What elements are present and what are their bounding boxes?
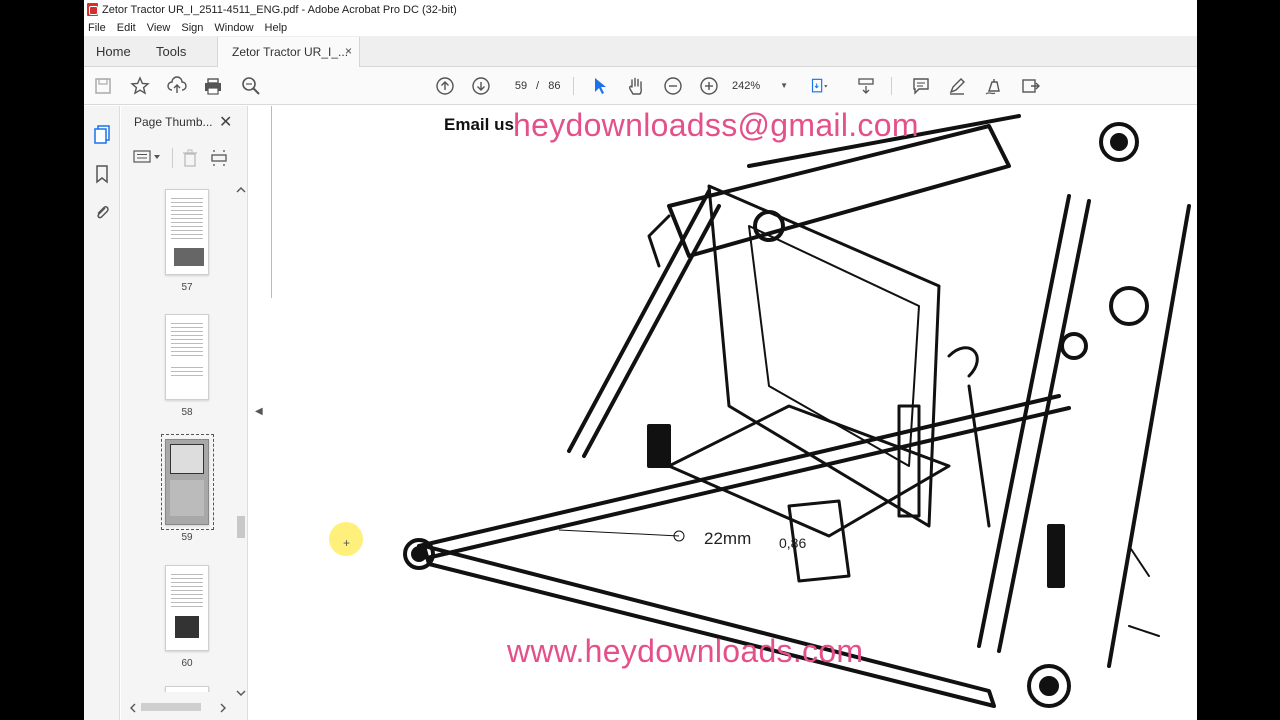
bookmark-icon[interactable]: [93, 164, 111, 184]
sign-pen-icon[interactable]: [984, 76, 1004, 96]
menu-edit[interactable]: Edit: [117, 22, 136, 34]
save-icon[interactable]: [93, 76, 113, 96]
window-title: Zetor Tractor UR_I_2511-4511_ENG.pdf - A…: [102, 3, 457, 16]
thumbnail-horizontal-scrollbar[interactable]: [129, 700, 233, 714]
toolbar-divider: [573, 77, 574, 95]
thumbnail-list: 57 58 59 60: [121, 182, 233, 692]
comment-icon[interactable]: [911, 76, 931, 96]
redact-tool-icon[interactable]: [1021, 76, 1041, 96]
tab-home[interactable]: Home: [96, 44, 131, 59]
toolbar-divider: [891, 77, 892, 95]
acrobat-window: Zetor Tractor UR_I_2511-4511_ENG.pdf - A…: [84, 0, 1197, 720]
tab-document-label: Zetor Tractor UR_I_...: [232, 45, 349, 59]
thumbnail-label: 58: [181, 407, 193, 418]
thumbnail-page-60[interactable]: [165, 565, 209, 651]
page-number-input[interactable]: 59: [504, 76, 538, 96]
thumbnail-image: [174, 248, 204, 266]
acrobat-pdf-icon: [87, 3, 98, 16]
search-zoom-icon[interactable]: [241, 76, 261, 96]
title-bar: Zetor Tractor UR_I_2511-4511_ENG.pdf - A…: [84, 0, 1197, 19]
thumbnail-label: 59: [181, 532, 193, 543]
drawing-dimension-sub: 0,86: [779, 535, 806, 551]
thumbnail-page-58[interactable]: [165, 314, 209, 400]
cloud-upload-icon[interactable]: [167, 76, 187, 96]
page-edge: [271, 106, 272, 298]
thumbnail-image: [170, 444, 204, 474]
menu-bar: File Edit View Sign Window Help: [84, 19, 1197, 36]
scroll-mode-icon[interactable]: [856, 76, 876, 96]
panel-close-button[interactable]: ✕: [219, 112, 232, 132]
menu-file[interactable]: File: [88, 22, 106, 34]
thumbnail-image: [170, 480, 204, 516]
thumbnail-label: 57: [181, 282, 193, 293]
zoom-level-value: 242%: [732, 80, 761, 92]
scrollbar-thumb[interactable]: [237, 516, 245, 538]
thumbnail-page-59[interactable]: [165, 439, 209, 525]
website-watermark: www.heydownloads.com: [507, 633, 864, 669]
rotate-page-icon[interactable]: [210, 149, 228, 172]
select-arrow-icon[interactable]: [590, 76, 610, 96]
thumbnail-page-61[interactable]: [165, 686, 209, 692]
menu-view[interactable]: View: [147, 22, 171, 34]
hand-tool-icon[interactable]: [626, 76, 646, 96]
menu-window[interactable]: Window: [214, 22, 253, 34]
next-page-icon[interactable]: [471, 76, 491, 96]
menu-sign[interactable]: Sign: [181, 22, 203, 34]
collapse-panel-arrow-icon[interactable]: ◀: [255, 406, 263, 417]
email-watermark: heydownloadss@gmail.com: [513, 107, 919, 143]
zoom-level-dropdown[interactable]: 242% ▼: [732, 76, 788, 96]
tab-tools[interactable]: Tools: [156, 44, 186, 59]
panel-title: Page Thumb...: [134, 115, 213, 129]
tractor-linkage-drawing: 22mm 0,86: [403, 114, 1191, 708]
page-fit-icon[interactable]: [810, 76, 830, 96]
drawing-dimension-label: 22mm: [704, 529, 751, 548]
highlight-pen-icon[interactable]: [947, 76, 967, 96]
tab-bar: Home Tools Zetor Tractor UR_I_... ×: [84, 36, 1197, 67]
chevron-down-icon: ▼: [780, 81, 788, 90]
star-icon[interactable]: [130, 76, 150, 96]
delete-page-icon[interactable]: [182, 149, 198, 172]
thumbnail-image: [175, 616, 199, 638]
tab-document[interactable]: Zetor Tractor UR_I_... ×: [217, 37, 360, 67]
navigation-rail: [84, 106, 120, 720]
thumbnail-page-57[interactable]: [165, 189, 209, 275]
document-viewport[interactable]: ◀ 22mm 0,86 Email us: heydownloadss@gmai…: [249, 106, 1197, 720]
toolbar: 59 / 86 242% ▼: [84, 67, 1197, 105]
zoom-out-icon[interactable]: [663, 76, 683, 96]
panel-divider: [172, 148, 173, 168]
email-label: Email us:: [444, 115, 520, 134]
page-thumbnails-icon[interactable]: [93, 124, 111, 144]
tab-close-button[interactable]: ×: [345, 44, 352, 58]
attachment-paperclip-icon[interactable]: [93, 202, 111, 220]
page-separator: / 86: [536, 80, 561, 92]
print-icon[interactable]: [203, 76, 223, 96]
zoom-in-icon[interactable]: [699, 76, 719, 96]
menu-help[interactable]: Help: [265, 22, 288, 34]
thumbnail-vertical-scrollbar[interactable]: [235, 182, 246, 700]
scrollbar-thumb[interactable]: [141, 703, 201, 711]
total-pages: 86: [548, 80, 561, 92]
crosshair-cursor-icon: +: [343, 536, 351, 550]
page-thumbnails-panel: Page Thumb... ✕ 57 58 59 60: [121, 106, 248, 720]
previous-page-icon[interactable]: [435, 76, 455, 96]
thumbnail-label: 60: [181, 658, 193, 669]
thumbnail-options-menu[interactable]: [133, 149, 163, 165]
